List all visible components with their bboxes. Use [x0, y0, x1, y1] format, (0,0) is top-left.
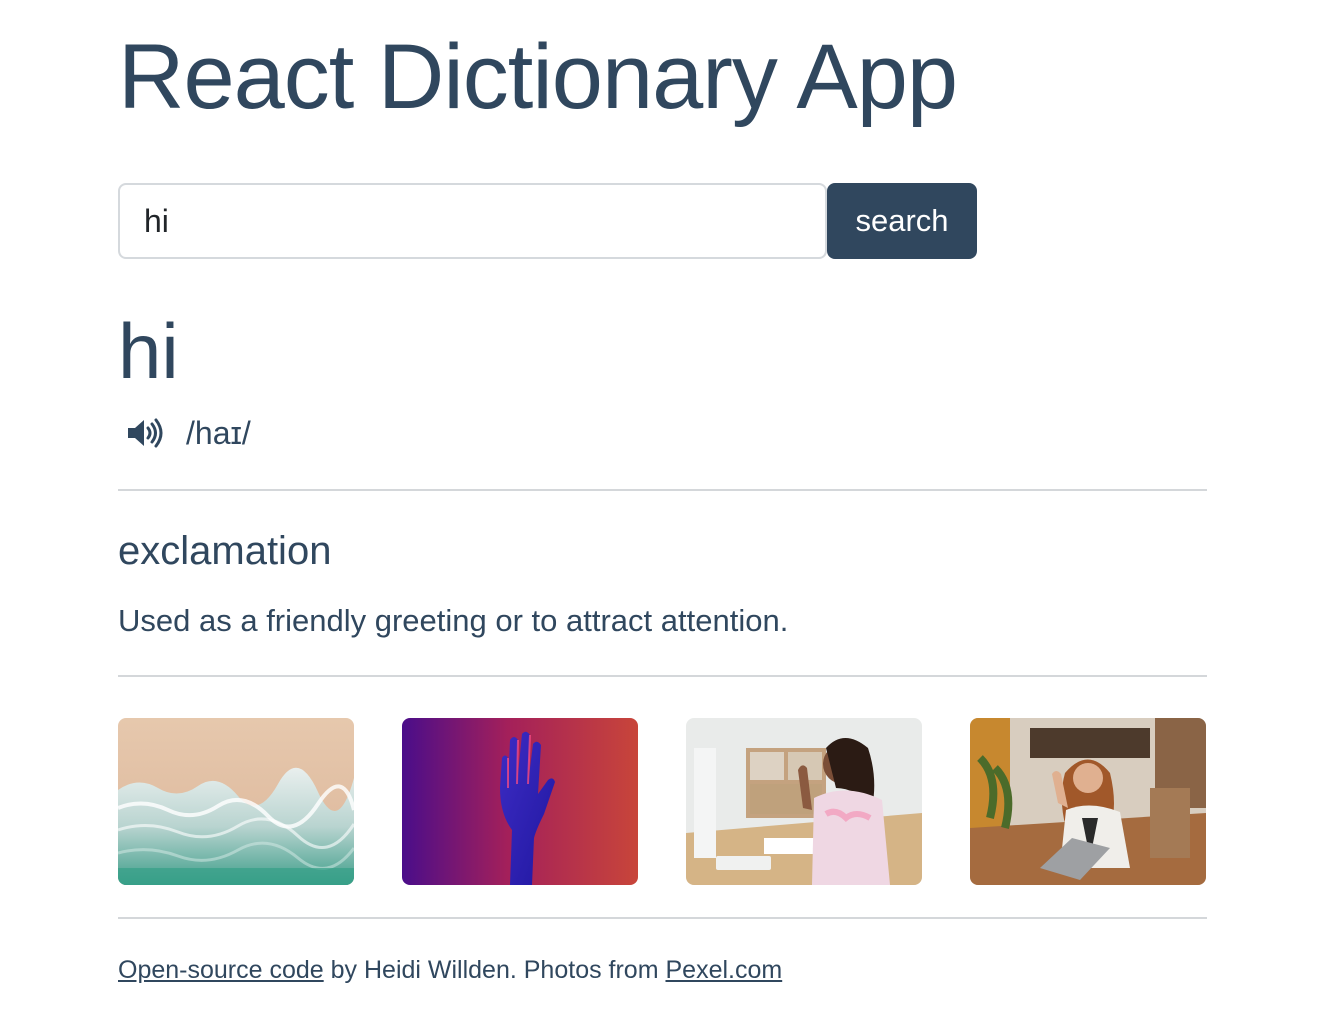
- open-source-code-link[interactable]: Open-source code: [118, 956, 324, 984]
- footer-credit-text: by Heidi Willden. Photos from: [323, 956, 666, 984]
- speaker-icon[interactable]: [126, 417, 166, 449]
- divider: [118, 489, 1207, 491]
- photo-girl-waving-image: [686, 718, 922, 885]
- search-form: search: [118, 183, 977, 259]
- pexel-link[interactable]: Pexel.com: [665, 956, 782, 984]
- search-input[interactable]: [118, 183, 827, 259]
- photo-raised-hand-image: [402, 718, 638, 885]
- phonetic-text: /haɪ/: [186, 414, 251, 451]
- photo-woman-waving[interactable]: [970, 718, 1206, 885]
- app-title: React Dictionary App: [118, 26, 958, 128]
- speaker-icon-glyph: [128, 418, 163, 448]
- word-title: hi: [118, 307, 179, 395]
- part-of-speech: exclamation: [118, 529, 332, 573]
- divider: [118, 917, 1207, 919]
- photo-girl-waving[interactable]: [686, 718, 922, 885]
- search-button[interactable]: search: [827, 183, 977, 259]
- footer: Open-source code by Heidi Willden. Photo…: [118, 950, 782, 990]
- photo-grid: [118, 718, 1207, 885]
- photo-ocean-waves[interactable]: [118, 718, 354, 885]
- phonetic-row: /haɪ/: [126, 410, 251, 456]
- photo-woman-waving-image: [970, 718, 1206, 885]
- photo-ocean-waves-image: [118, 718, 354, 885]
- divider: [118, 675, 1207, 677]
- definition: Used as a friendly greeting or to attrac…: [118, 603, 789, 638]
- photo-raised-hand[interactable]: [402, 718, 638, 885]
